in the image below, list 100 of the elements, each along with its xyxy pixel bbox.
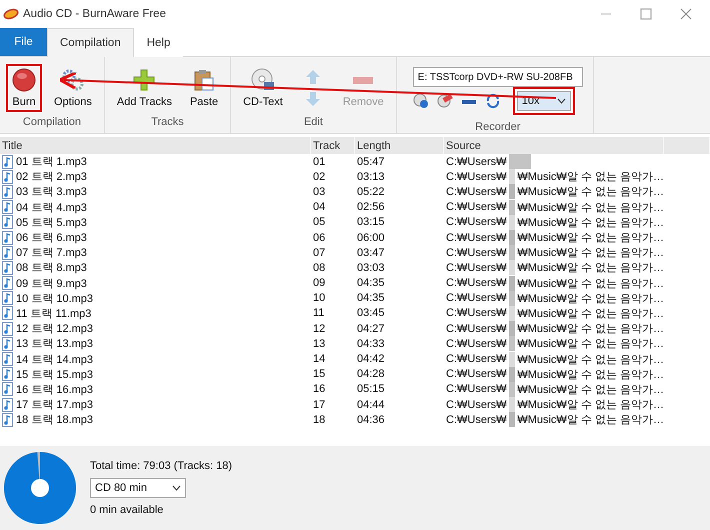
gears-icon: [60, 68, 85, 92]
table-cell-text: ₩Music₩알 수 없는 음악가…: [517, 352, 664, 367]
table-cell-text: 04: [312, 201, 326, 214]
table-cell: C:₩Users₩: [446, 246, 506, 259]
available-label: 0 min available: [90, 504, 164, 516]
table-cell-text: 14 트랙 14.mp3: [16, 352, 94, 367]
table-cell-text: 02:56: [356, 201, 386, 214]
table-cell-text: 03:15: [356, 216, 386, 228]
table-cell-text: ₩Music₩알 수 없는 음악가…: [517, 337, 664, 352]
table-cell-text: 16 트랙 16.mp3: [16, 382, 94, 397]
table-cell-text: 07: [312, 246, 326, 259]
table-cell: C:₩Users₩: [446, 186, 506, 198]
table-cell: C:₩Users₩: [446, 307, 506, 320]
table-cell-text: 15: [312, 368, 326, 380]
table-cell-text: 03:13: [356, 170, 386, 183]
table-cell-text: ₩Music₩알 수 없는 음악가…: [517, 413, 664, 428]
table-cell: C:₩Users₩: [446, 170, 506, 183]
paste-button[interactable]: Paste: [186, 66, 222, 110]
table-cell-text: 03:45: [356, 307, 386, 320]
table-cell-text: ₩Music₩알 수 없는 음악가…: [517, 292, 664, 306]
table-cell-text: ₩Music₩알 수 없는 음악가…: [517, 382, 664, 397]
cd-text-button[interactable]: CD-Text: [239, 66, 287, 110]
table-cell-text: 06: [312, 232, 326, 244]
options-button[interactable]: Options: [50, 66, 96, 110]
column-header[interactable]: Length: [355, 137, 444, 154]
table-cell-text: ₩Music₩알 수 없는 음악가…: [517, 200, 664, 215]
close-icon[interactable]: [680, 8, 692, 20]
table-cell-text: 10 트랙 10.mp3: [16, 292, 94, 306]
record-icon: [12, 68, 36, 92]
table-cell-text: ₩Music₩알 수 없는 음악가…: [517, 170, 664, 184]
table-cell-text: 04:35: [356, 277, 386, 290]
table-cell-text: 05:15: [356, 383, 386, 396]
maximize-icon[interactable]: [640, 8, 652, 20]
disc-icon: [250, 68, 275, 92]
table-cell-text: 05:47: [356, 156, 386, 168]
file-menu-tab[interactable]: File: [0, 28, 47, 56]
table-cell-text: 12: [312, 322, 326, 335]
table-cell: C:₩Users₩: [446, 338, 506, 350]
table-cell-text: 05 트랙 5.mp3: [16, 216, 87, 230]
table-cell-text: ₩Music₩알 수 없는 음악가…: [517, 185, 664, 200]
group-label: Compilation: [22, 116, 81, 128]
table-cell-text: 04 트랙 4.mp3: [16, 200, 87, 215]
table-cell: C:₩Users₩: [446, 292, 506, 304]
table-cell: C:₩Users₩: [446, 322, 506, 335]
app-logo-icon: [3, 8, 19, 20]
add-tracks-button[interactable]: Add Tracks: [112, 66, 176, 110]
disc-type-select[interactable]: CD 80 min: [90, 478, 186, 498]
table-cell-text: ₩Music₩알 수 없는 음악가…: [517, 306, 664, 321]
chevron-icon: [556, 98, 566, 104]
table-cell-text: 12 트랙 12.mp3: [16, 322, 94, 336]
table-cell-text: 17 트랙 17.mp3: [16, 398, 94, 412]
table-cell-text: 05:22: [356, 186, 386, 198]
table-cell-text: 16: [312, 383, 326, 396]
table-cell-text: 13 트랙 13.mp3: [16, 337, 94, 352]
window-title: Audio CD - BurnAware Free: [23, 8, 166, 20]
table-cell: C:₩Users₩: [446, 201, 506, 214]
chevron-icon: [172, 485, 181, 491]
ribbon-tab[interactable]: Compilation: [47, 28, 134, 57]
table-cell-text: 06 트랙 6.mp3: [16, 231, 87, 246]
table-cell-text: 01: [312, 156, 326, 168]
table-cell-text: ₩Music₩알 수 없는 음악가…: [517, 231, 664, 246]
table-cell: C:₩Users₩: [446, 216, 506, 228]
column-header[interactable]: Track: [311, 137, 355, 154]
table-cell: C:₩Users₩: [446, 277, 506, 290]
table-cell-text: ₩Music₩알 수 없는 음악가…: [517, 368, 664, 382]
table-cell-text: 03:47: [356, 246, 386, 259]
table-cell-text: 01 트랙 1.mp3: [16, 155, 87, 170]
table-cell-text: 10: [312, 292, 326, 304]
drive-select[interactable]: E: TSSTcorp DVD+-RW SU-208FB: [412, 67, 583, 87]
eraser-icon[interactable]: [436, 93, 453, 109]
table-cell: C:₩Users₩: [446, 353, 506, 366]
table-cell-text: 05: [312, 216, 326, 228]
group-label: Recorder: [475, 121, 520, 133]
table-cell: C:₩Users₩: [446, 414, 506, 426]
table-cell-text: 18: [312, 414, 326, 426]
table-cell-text: 09: [312, 277, 326, 290]
refresh-icon[interactable]: [484, 93, 501, 109]
table-cell-text: 03 트랙 3.mp3: [16, 185, 87, 200]
table-cell-text: 09 트랙 9.mp3: [16, 276, 87, 291]
table-cell-text: 14: [312, 353, 326, 366]
table-cell: C:₩Users₩: [446, 232, 506, 244]
table-cell-text: 03: [312, 186, 326, 198]
table-cell-text: 15 트랙 15.mp3: [16, 368, 94, 382]
column-header[interactable]: Title: [0, 137, 311, 154]
group-label: Edit: [304, 116, 323, 128]
table-cell-text: 04:27: [356, 322, 386, 335]
minus-icon: [353, 77, 374, 84]
table-cell-text: 11 트랙 11.mp3: [16, 306, 92, 321]
table-cell-text: 03:03: [356, 262, 386, 274]
table-cell-text: 02: [312, 170, 326, 183]
clipboard-icon: [192, 68, 216, 92]
table-cell-text: 04:44: [356, 398, 386, 411]
disc-info-icon[interactable]: [412, 93, 429, 109]
table-cell-text: 04:36: [356, 414, 386, 426]
table-cell-text: 04:28: [356, 368, 386, 380]
table-cell-text: 08: [312, 262, 326, 274]
table-cell-text: ₩Music₩알 수 없는 음악가…: [517, 276, 664, 291]
table-cell-text: ₩Music₩알 수 없는 음악가…: [517, 398, 664, 412]
burn-button[interactable]: Burn: [8, 66, 40, 110]
table-cell-text: 11: [312, 307, 326, 320]
